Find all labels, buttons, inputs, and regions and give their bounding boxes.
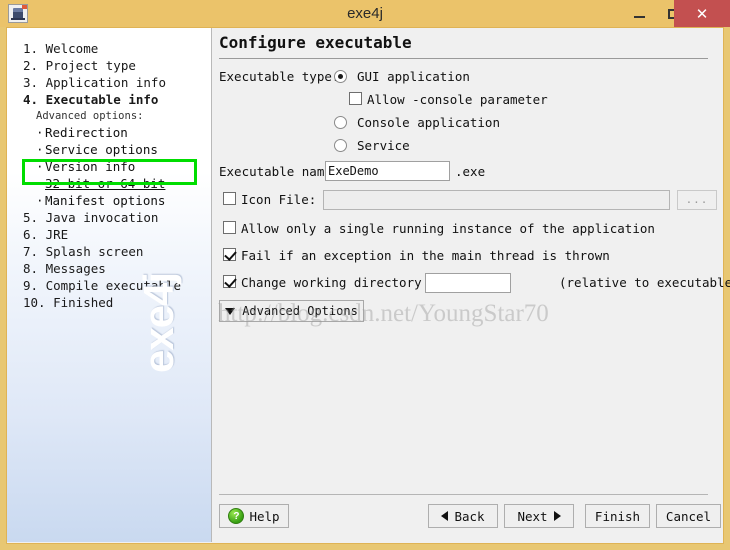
- radio-gui-application-label: GUI application: [357, 69, 470, 84]
- sidebar-item-redirection[interactable]: ·Redirection: [7, 124, 211, 141]
- allow-console-row: Allow -console parameter: [219, 89, 711, 112]
- exe4j-wizard-window: exe4j ✕ 1. Welcome 2. Project type 3. Ap…: [0, 0, 730, 550]
- sidebar-subhead-advanced-options: Advanced options:: [36, 110, 144, 122]
- radio-gui-application[interactable]: [334, 70, 347, 83]
- step-list: 1. Welcome 2. Project type 3. Applicatio…: [7, 28, 211, 311]
- sidebar-item-manifest-options[interactable]: ·Manifest options: [7, 192, 211, 209]
- help-button-label: Help: [249, 508, 280, 524]
- sidebar-item-label: 32-bit or 64-bit: [45, 176, 166, 191]
- sidebar-item-splash-screen[interactable]: 7. Splash screen: [7, 243, 211, 260]
- sidebar-item-java-invocation[interactable]: 5. Java invocation: [7, 209, 211, 226]
- radio-console-application-label: Console application: [357, 115, 500, 130]
- sidebar-item-project-type[interactable]: 2. Project type: [7, 57, 211, 74]
- fail-on-exception-row: Fail if an exception in the main thread …: [219, 244, 711, 271]
- back-button[interactable]: Back: [428, 504, 498, 528]
- close-button[interactable]: ✕: [674, 0, 730, 27]
- window-title: exe4j: [347, 5, 383, 22]
- executable-name-label: Executable name:: [219, 164, 340, 179]
- minimize-button[interactable]: [622, 0, 656, 27]
- checkbox-allow-console-parameter-label: Allow -console parameter: [367, 92, 548, 107]
- help-question-icon: ?: [228, 508, 245, 524]
- executable-type-label: Executable type:: [219, 69, 340, 84]
- checkbox-change-working-directory[interactable]: [223, 275, 236, 288]
- checkbox-icon-file[interactable]: [223, 192, 236, 205]
- icon-file-label: Icon File:: [241, 192, 317, 207]
- sidebar-item-label: Version info: [45, 159, 136, 174]
- single-instance-row: Allow only a single running instance of …: [219, 217, 711, 244]
- arrow-left-icon: [441, 511, 449, 521]
- next-button-label: Next: [517, 508, 548, 524]
- arrow-right-icon: [553, 511, 561, 521]
- icon-file-row: Icon File: ...: [219, 187, 717, 217]
- icon-file-input[interactable]: [323, 190, 670, 210]
- radio-service-label: Service: [357, 138, 410, 153]
- button-bar-divider: [219, 494, 708, 495]
- icon-file-browse-button[interactable]: ...: [677, 190, 717, 210]
- working-directory-note: (relative to executable): [559, 275, 730, 290]
- sidebar-item-jre[interactable]: 6. JRE: [7, 226, 211, 243]
- radio-service[interactable]: [334, 139, 347, 152]
- back-button-label: Back: [454, 508, 485, 524]
- checkbox-single-instance-label: Allow only a single running instance of …: [241, 221, 655, 236]
- cancel-button[interactable]: Cancel: [656, 504, 721, 528]
- executable-name-suffix: .exe: [455, 164, 486, 179]
- help-button[interactable]: ? Help: [219, 504, 289, 528]
- sidebar-item-version-info[interactable]: ·Version info: [7, 158, 211, 175]
- chevron-down-icon: [225, 307, 236, 315]
- service-row: Service: [219, 135, 711, 159]
- wizard-step-sidebar: 1. Welcome 2. Project type 3. Applicatio…: [7, 28, 212, 542]
- advanced-options-button[interactable]: Advanced Options: [219, 300, 364, 322]
- sidebar-item-label: Manifest options: [45, 193, 166, 208]
- main-panel: Configure executable Executable type: GU…: [213, 28, 730, 542]
- sidebar-item-32bit-or-64bit[interactable]: ·32-bit or 64-bit: [7, 175, 211, 192]
- sidebar-item-executable-info[interactable]: 4. Executable info: [7, 91, 211, 108]
- advanced-options-label: Advanced Options: [242, 304, 358, 318]
- working-directory-row: Change working directory to: (relative t…: [219, 271, 730, 298]
- next-button[interactable]: Next: [504, 504, 574, 528]
- sidebar-item-label: Service options: [45, 142, 158, 157]
- sidebar-item-label: Redirection: [45, 125, 128, 140]
- sidebar-item-application-info[interactable]: 3. Application info: [7, 74, 211, 91]
- radio-console-application[interactable]: [334, 116, 347, 129]
- console-application-row: Console application: [219, 112, 711, 135]
- page-title: Configure executable: [219, 33, 412, 52]
- executable-name-input[interactable]: [325, 161, 450, 181]
- checkbox-change-working-directory-label: Change working directory to:: [241, 275, 452, 290]
- exe4j-logo-watermark: exe4j: [135, 272, 182, 373]
- checkbox-allow-console-parameter[interactable]: [349, 92, 362, 105]
- checkbox-single-instance[interactable]: [223, 221, 236, 234]
- finish-button[interactable]: Finish: [585, 504, 650, 528]
- executable-type-row: Executable type: GUI application: [219, 66, 711, 89]
- checkbox-fail-on-exception-label: Fail if an exception in the main thread …: [241, 248, 610, 263]
- sidebar-item-welcome[interactable]: 1. Welcome: [7, 40, 211, 57]
- working-directory-input[interactable]: [425, 273, 511, 293]
- sidebar-item-service-options[interactable]: ·Service options: [7, 141, 211, 158]
- header-divider: [219, 58, 708, 59]
- executable-name-row: Executable name: .exe: [219, 159, 711, 187]
- title-bar: exe4j ✕: [0, 0, 730, 27]
- checkbox-fail-on-exception[interactable]: [223, 248, 236, 261]
- form-content: Executable type: GUI application Allow -…: [219, 66, 730, 298]
